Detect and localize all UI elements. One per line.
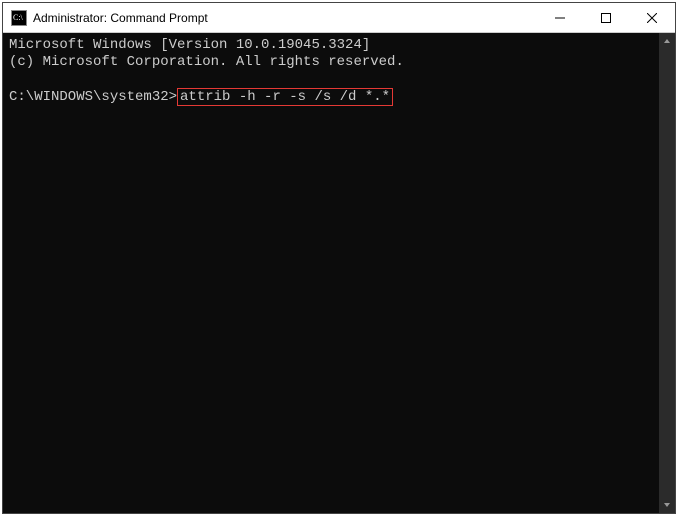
- copyright-line: (c) Microsoft Corporation. All rights re…: [9, 54, 653, 71]
- command-prompt-window: C:\ Administrator: Command Prompt Micros…: [2, 2, 676, 514]
- cmd-icon: C:\: [11, 10, 27, 26]
- maximize-button[interactable]: [583, 3, 629, 32]
- close-button[interactable]: [629, 3, 675, 32]
- command-text: attrib -h -r -s /s /d *.*: [180, 89, 390, 105]
- window-controls: [537, 3, 675, 32]
- command-highlight: attrib -h -r -s /s /d *.*: [177, 88, 393, 106]
- terminal-area: Microsoft Windows [Version 10.0.19045.33…: [3, 33, 675, 513]
- window-title: Administrator: Command Prompt: [33, 11, 537, 25]
- scroll-down-arrow-icon[interactable]: [659, 497, 675, 513]
- vertical-scrollbar[interactable]: [659, 33, 675, 513]
- minimize-button[interactable]: [537, 3, 583, 32]
- titlebar[interactable]: C:\ Administrator: Command Prompt: [3, 3, 675, 33]
- scroll-up-arrow-icon[interactable]: [659, 33, 675, 49]
- prompt-text: C:\WINDOWS\system32>: [9, 89, 177, 105]
- terminal-content[interactable]: Microsoft Windows [Version 10.0.19045.33…: [3, 33, 659, 513]
- version-line: Microsoft Windows [Version 10.0.19045.33…: [9, 37, 653, 54]
- svg-text:C:\: C:\: [13, 13, 24, 22]
- blank-line: [9, 71, 653, 88]
- prompt-line: C:\WINDOWS\system32>attrib -h -r -s /s /…: [9, 88, 653, 106]
